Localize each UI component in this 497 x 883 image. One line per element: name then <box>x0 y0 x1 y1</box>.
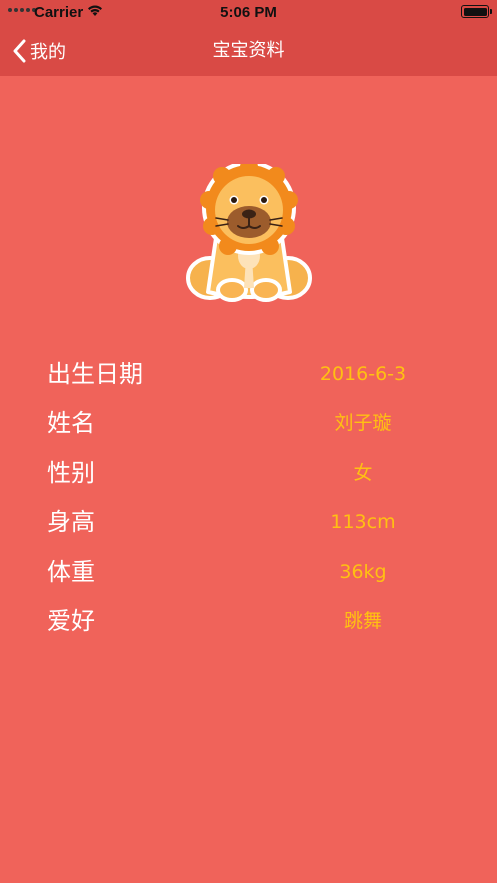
info-row-height: 身高 113cm <box>0 502 497 542</box>
info-row-birthdate: 出生日期 2016-6-3 <box>0 354 497 394</box>
hobby-label: 爱好 <box>47 607 95 635</box>
page-title: 宝宝资料 <box>212 40 285 61</box>
navigation-bar: 我的 宝宝资料 <box>0 26 497 76</box>
height-value: 113cm <box>330 511 396 533</box>
status-bar: Carrier 5:06 PM <box>0 0 497 26</box>
battery-icon <box>461 5 492 18</box>
info-row-hobby: 爱好 跳舞 <box>0 601 497 641</box>
height-label: 身高 <box>47 508 95 536</box>
lion-icon <box>186 164 312 302</box>
profile-content: 出生日期 2016-6-3 姓名 刘子璇 性别 女 身高 113cm 体重 36… <box>0 76 497 883</box>
birthdate-value: 2016-6-3 <box>319 363 407 385</box>
info-row-name: 姓名 刘子璇 <box>0 403 497 443</box>
info-row-weight: 体重 36kg <box>0 552 497 592</box>
gender-value: 女 <box>353 462 373 484</box>
status-time: 5:06 PM <box>220 4 277 21</box>
weight-label: 体重 <box>47 558 95 586</box>
birthdate-label: 出生日期 <box>47 360 143 388</box>
gender-label: 性别 <box>47 459 95 487</box>
weight-value: 36kg <box>339 561 387 583</box>
info-row-gender: 性别 女 <box>0 453 497 493</box>
hobby-value: 跳舞 <box>343 610 382 632</box>
name-value: 刘子璇 <box>334 412 392 434</box>
name-label: 姓名 <box>47 409 95 437</box>
